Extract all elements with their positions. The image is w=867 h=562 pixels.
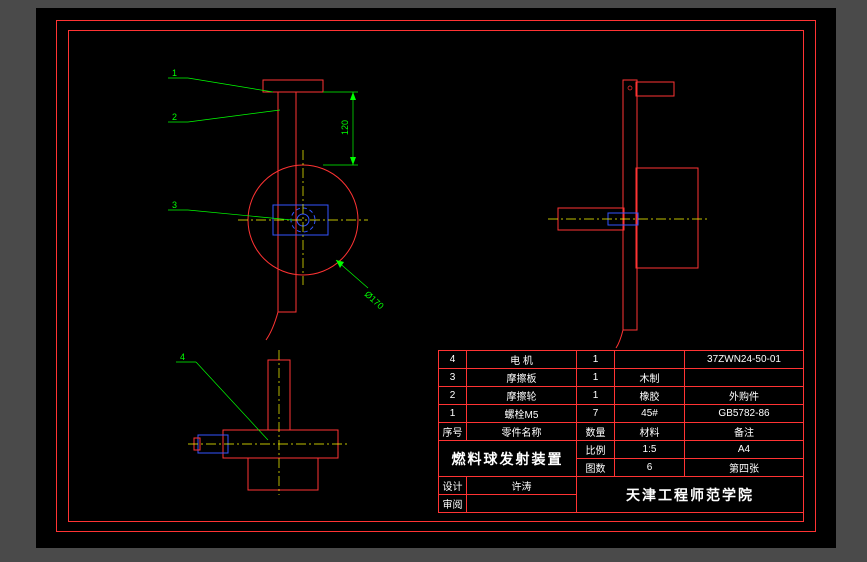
reviewer [467, 495, 577, 513]
review-label: 审阅 [439, 495, 467, 513]
parts-row: 1 螺栓M5 7 45# GB5782-86 [439, 405, 804, 423]
top-view: 4 [176, 350, 348, 495]
part-note: 37ZWN24-50-01 [685, 351, 804, 369]
svg-text:2: 2 [172, 112, 177, 122]
design-label: 设计 [439, 477, 467, 495]
title-block: 4 电 机 1 37ZWN24-50-01 3 摩擦板 1 木制 2 摩擦轮 1… [438, 350, 804, 513]
front-view [238, 80, 368, 340]
leader-4-text: 4 [180, 352, 185, 362]
designer: 许涛 [467, 477, 577, 495]
parts-header: 序号 零件名称 数量 材料 备注 [439, 423, 804, 441]
sheet-no: 第四张 [685, 459, 804, 477]
assembly-name: 燃料球发射装置 [439, 441, 577, 477]
part-name: 电 机 [467, 351, 577, 369]
parts-row: 2 摩擦轮 1 橡胶 外购件 [439, 387, 804, 405]
svg-text:3: 3 [172, 200, 177, 210]
sheet-size: A4 [685, 441, 804, 459]
scale-label: 比例 [577, 441, 615, 459]
svg-text:1: 1 [172, 68, 177, 78]
parts-row: 3 摩擦板 1 木制 [439, 369, 804, 387]
leader-1: 1 [168, 68, 273, 92]
dim-dia-text: Ø170 [363, 289, 386, 311]
part-qty: 1 [577, 351, 615, 369]
scale-value: 1:5 [615, 441, 685, 459]
parts-row: 4 电 机 1 37ZWN24-50-01 [439, 351, 804, 369]
side-view [548, 80, 708, 348]
sheets-value: 6 [615, 459, 685, 477]
dim-120-text: 120 [340, 120, 350, 135]
dimension-dia: Ø170 [336, 260, 386, 311]
part-no: 4 [439, 351, 467, 369]
sheets-label: 图数 [577, 459, 615, 477]
dimension-120: 120 [323, 92, 358, 165]
part-material [615, 351, 685, 369]
leader-2: 2 [168, 110, 280, 122]
institution: 天津工程师范学院 [577, 477, 804, 513]
